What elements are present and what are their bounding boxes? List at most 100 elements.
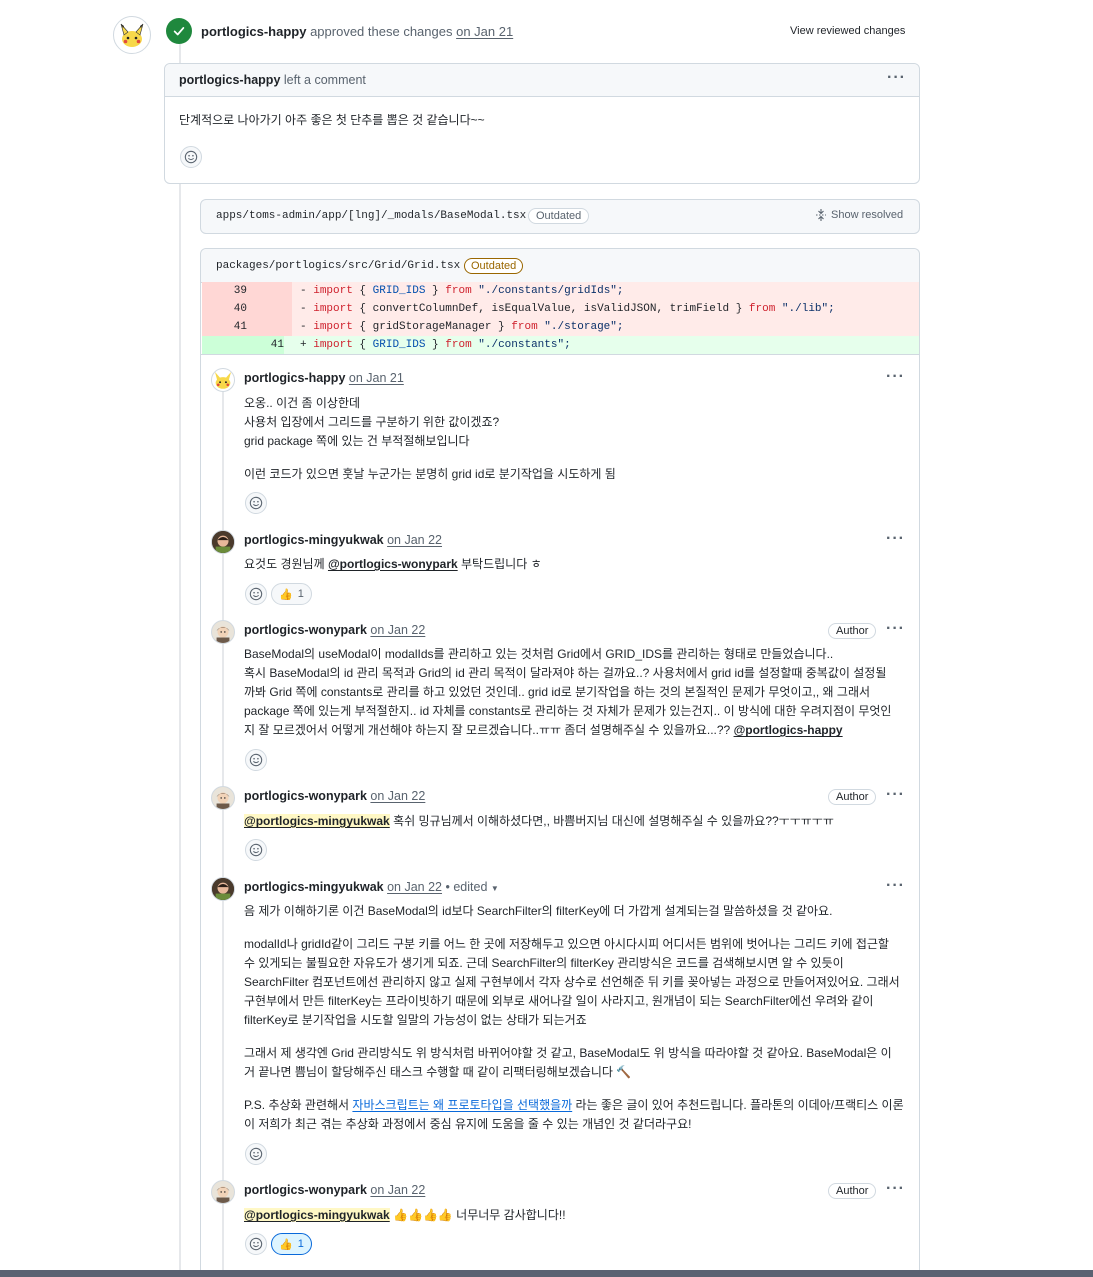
- user-mention[interactable]: @portlogics-mingyukwak: [244, 814, 390, 828]
- new-line-number[interactable]: [247, 300, 292, 318]
- code-string: "./constants/gridIds";: [471, 285, 624, 297]
- code-text: { convertColumnDef, isEqualValue, isVali…: [352, 303, 749, 315]
- file-header-basemodal[interactable]: apps/toms-admin/app/[lng]/_modals/BaseMo…: [200, 199, 920, 234]
- add-reaction-button[interactable]: [180, 146, 202, 168]
- diff-line-deleted[interactable]: 39 - import { GRID_IDS } from "./constan…: [202, 282, 919, 300]
- comment-body: 요것도 경원님께 @portlogics-wonypark 부탁드립니다 ㅎ: [244, 555, 542, 574]
- comment-text: 라는 좋은 글이 있어 추천드립니다. 플라톤의 이데아/프랙티스 이론: [572, 1098, 904, 1112]
- kebab-icon[interactable]: ···: [886, 786, 905, 804]
- diff-line-deleted[interactable]: 41 - import { gridStorageManager } from …: [202, 318, 919, 336]
- comment-date[interactable]: on Jan 22: [387, 533, 442, 547]
- code-text: {: [352, 285, 373, 297]
- comment-author[interactable]: portlogics-happy: [179, 73, 280, 87]
- comment-date[interactable]: on Jan 21: [349, 371, 404, 385]
- edited-label: • edited: [445, 880, 488, 894]
- code-keyword: import: [313, 339, 353, 351]
- file-path[interactable]: apps/toms-admin/app/[lng]/_modals/BaseMo…: [216, 210, 526, 222]
- review-comment-text: 단계적으로 나아가기 아주 좋은 첫 단추를 뽑은 것 같습니다~~: [179, 113, 485, 127]
- comment-date[interactable]: on Jan 22: [370, 623, 425, 637]
- diff-sign: -: [300, 285, 307, 297]
- diff-line-deleted[interactable]: 40 - import { convertColumnDef, isEqualV…: [202, 300, 919, 318]
- reviewer-avatar[interactable]: [113, 16, 151, 54]
- smiley-icon: [249, 1237, 263, 1251]
- kebab-icon[interactable]: ···: [887, 69, 906, 87]
- thumbs-up-icon: 👍: [279, 588, 293, 601]
- comment-line: 오옹.. 이건 좀 이상한데: [244, 396, 361, 410]
- window-bottom-bar: [0, 1270, 1093, 1277]
- review-date[interactable]: on Jan 21: [456, 24, 513, 39]
- comment-body: 오옹.. 이건 좀 이상한데 사용처 입장에서 그리드를 구분하기 위한 값이겠…: [244, 394, 616, 484]
- comment-line: grid package 쪽에 있는 건 부적절해보입니다: [244, 434, 470, 448]
- comment-author[interactable]: portlogics-wonypark: [244, 1183, 367, 1197]
- avatar[interactable]: [211, 530, 235, 554]
- user-mention[interactable]: @portlogics-happy: [734, 723, 843, 737]
- user-mention[interactable]: @portlogics-mingyukwak: [244, 1208, 390, 1222]
- smiley-icon: [184, 150, 198, 164]
- comment-author[interactable]: portlogics-wonypark: [244, 623, 367, 637]
- avatar[interactable]: [211, 620, 235, 644]
- edited-dropdown[interactable]: • edited ▼: [446, 880, 499, 894]
- comment-author[interactable]: portlogics-wonypark: [244, 789, 367, 803]
- smiley-icon: [249, 753, 263, 767]
- comment-meta: portlogics-wonypark on Jan 22: [244, 789, 425, 803]
- old-line-number[interactable]: 39: [202, 282, 247, 300]
- divider: [201, 354, 919, 355]
- pikachu-avatar-icon: [214, 371, 232, 389]
- diff-sign: +: [300, 339, 307, 351]
- add-reaction-button[interactable]: [245, 1233, 267, 1255]
- code-string: "./lib";: [775, 303, 835, 315]
- code-text: }: [425, 339, 446, 351]
- user-mention[interactable]: @portlogics-wonypark: [328, 557, 458, 571]
- diff-line-added[interactable]: 41 + import { GRID_IDS } from "./constan…: [202, 336, 919, 354]
- review-author[interactable]: portlogics-happy: [201, 24, 306, 39]
- new-line-number[interactable]: [247, 318, 292, 336]
- kebab-icon[interactable]: ···: [886, 530, 905, 548]
- comment-date[interactable]: on Jan 22: [370, 789, 425, 803]
- old-line-number[interactable]: [202, 336, 247, 354]
- thumbs-up-reaction[interactable]: 👍 1: [271, 1233, 312, 1255]
- user-avatar-icon: [212, 878, 234, 900]
- outdated-badge: Outdated: [464, 258, 524, 274]
- comment-author[interactable]: portlogics-happy: [244, 371, 345, 385]
- old-line-number[interactable]: 40: [202, 300, 247, 318]
- new-line-number[interactable]: 41: [247, 336, 284, 354]
- add-reaction-button[interactable]: [245, 839, 267, 861]
- add-reaction-button[interactable]: [245, 1143, 267, 1165]
- comment-date[interactable]: on Jan 22: [370, 1183, 425, 1197]
- show-resolved-button[interactable]: Show resolved: [815, 208, 903, 222]
- smiley-icon: [249, 496, 263, 510]
- kebab-icon[interactable]: ···: [886, 368, 905, 386]
- code-keyword: from: [445, 285, 472, 297]
- comment-line: BaseModal의 useModal이 modalIds를 관리하고 있는 것…: [244, 647, 834, 661]
- comment-author[interactable]: portlogics-mingyukwak: [244, 533, 384, 547]
- comment-date[interactable]: on Jan 22: [387, 880, 442, 894]
- avatar[interactable]: [211, 1180, 235, 1204]
- kebab-icon[interactable]: ···: [886, 877, 905, 895]
- code-string: "./storage";: [537, 321, 624, 333]
- comment-line: package 쪽에 있는게 부적절한지.. id 자체를 constants로…: [244, 704, 892, 718]
- add-reaction-button[interactable]: [245, 492, 267, 514]
- comment-author[interactable]: portlogics-mingyukwak: [244, 880, 384, 894]
- add-reaction-button[interactable]: [245, 749, 267, 771]
- show-resolved-label: Show resolved: [831, 209, 904, 221]
- view-reviewed-changes-button[interactable]: View reviewed changes: [790, 25, 905, 37]
- comment-line: 사용처 입장에서 그리드를 구분하기 위한 값이겠죠?: [244, 415, 500, 429]
- user-avatar-icon: [212, 1181, 234, 1203]
- comment-line: 이런 코드가 있으면 훗날 누군가는 분명히 grid id로 분기작업을 시도…: [244, 467, 616, 481]
- old-line-number[interactable]: 41: [202, 318, 247, 336]
- comment-text: 부탁드립니다 ㅎ: [457, 557, 542, 571]
- comment-meta: portlogics-happy on Jan 21: [244, 371, 404, 385]
- kebab-icon[interactable]: ···: [886, 620, 905, 638]
- avatar[interactable]: [211, 877, 235, 901]
- article-link[interactable]: 자바스크립트는 왜 프로토타입을 선택했을까: [352, 1098, 572, 1112]
- check-icon: [173, 27, 185, 36]
- avatar[interactable]: [211, 368, 235, 392]
- add-reaction-button[interactable]: [245, 583, 267, 605]
- avatar[interactable]: [211, 786, 235, 810]
- new-line-number[interactable]: [247, 282, 292, 300]
- code-keyword: from: [445, 339, 472, 351]
- file-path[interactable]: packages/portlogics/src/Grid/Grid.tsx: [216, 260, 460, 272]
- thumbs-up-reaction[interactable]: 👍 1: [271, 583, 312, 605]
- code-identifier: GRID_IDS: [372, 339, 426, 351]
- kebab-icon[interactable]: ···: [886, 1180, 905, 1198]
